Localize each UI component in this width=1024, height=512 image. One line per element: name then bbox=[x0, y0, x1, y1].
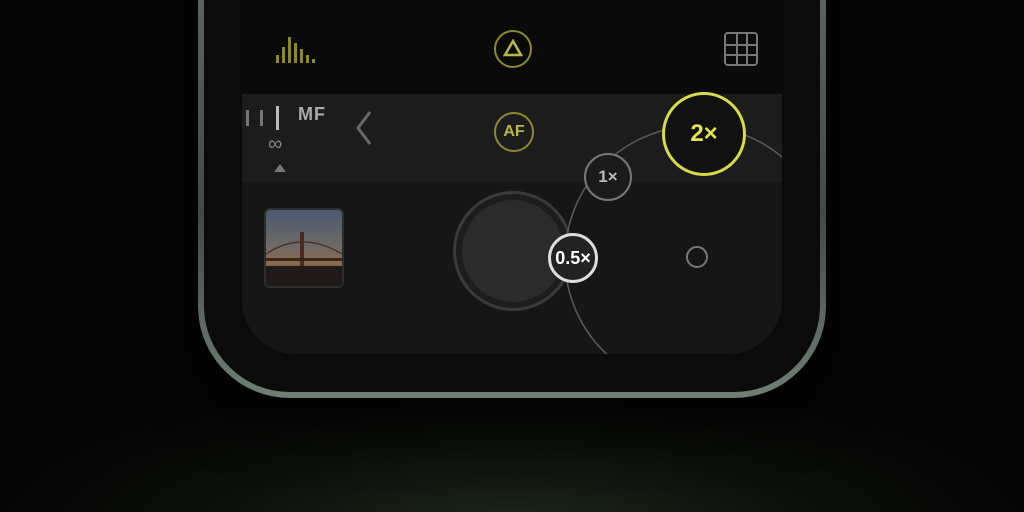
photo-thumbnail[interactable] bbox=[264, 208, 344, 288]
triangle-exposure-icon bbox=[502, 38, 524, 57]
autofocus-button[interactable]: AF bbox=[494, 112, 534, 152]
histogram-icon[interactable] bbox=[274, 33, 318, 63]
zoom-0.5x-button[interactable]: 0.5× bbox=[548, 233, 598, 283]
camera-screen: MF ∞ AF 1× 0.5× 2× bbox=[242, 0, 782, 354]
focus-slider-ticks[interactable] bbox=[242, 106, 292, 130]
focus-distance-label: ∞ bbox=[268, 133, 283, 155]
zoom-dial-center bbox=[686, 246, 708, 268]
bridge-photo bbox=[266, 232, 342, 286]
grid-icon[interactable] bbox=[724, 32, 758, 66]
phone-frame: MF ∞ AF 1× 0.5× 2× bbox=[198, 0, 826, 398]
caret-up-icon bbox=[274, 164, 286, 172]
exposure-button[interactable] bbox=[494, 30, 532, 68]
zoom-2x-button[interactable]: 2× bbox=[662, 92, 746, 176]
zoom-1x-button[interactable]: 1× bbox=[584, 153, 632, 201]
chevron-left-icon[interactable] bbox=[354, 108, 374, 148]
manual-focus-label[interactable]: MF bbox=[298, 104, 326, 125]
phone-bezel: MF ∞ AF 1× 0.5× 2× bbox=[204, 0, 820, 392]
